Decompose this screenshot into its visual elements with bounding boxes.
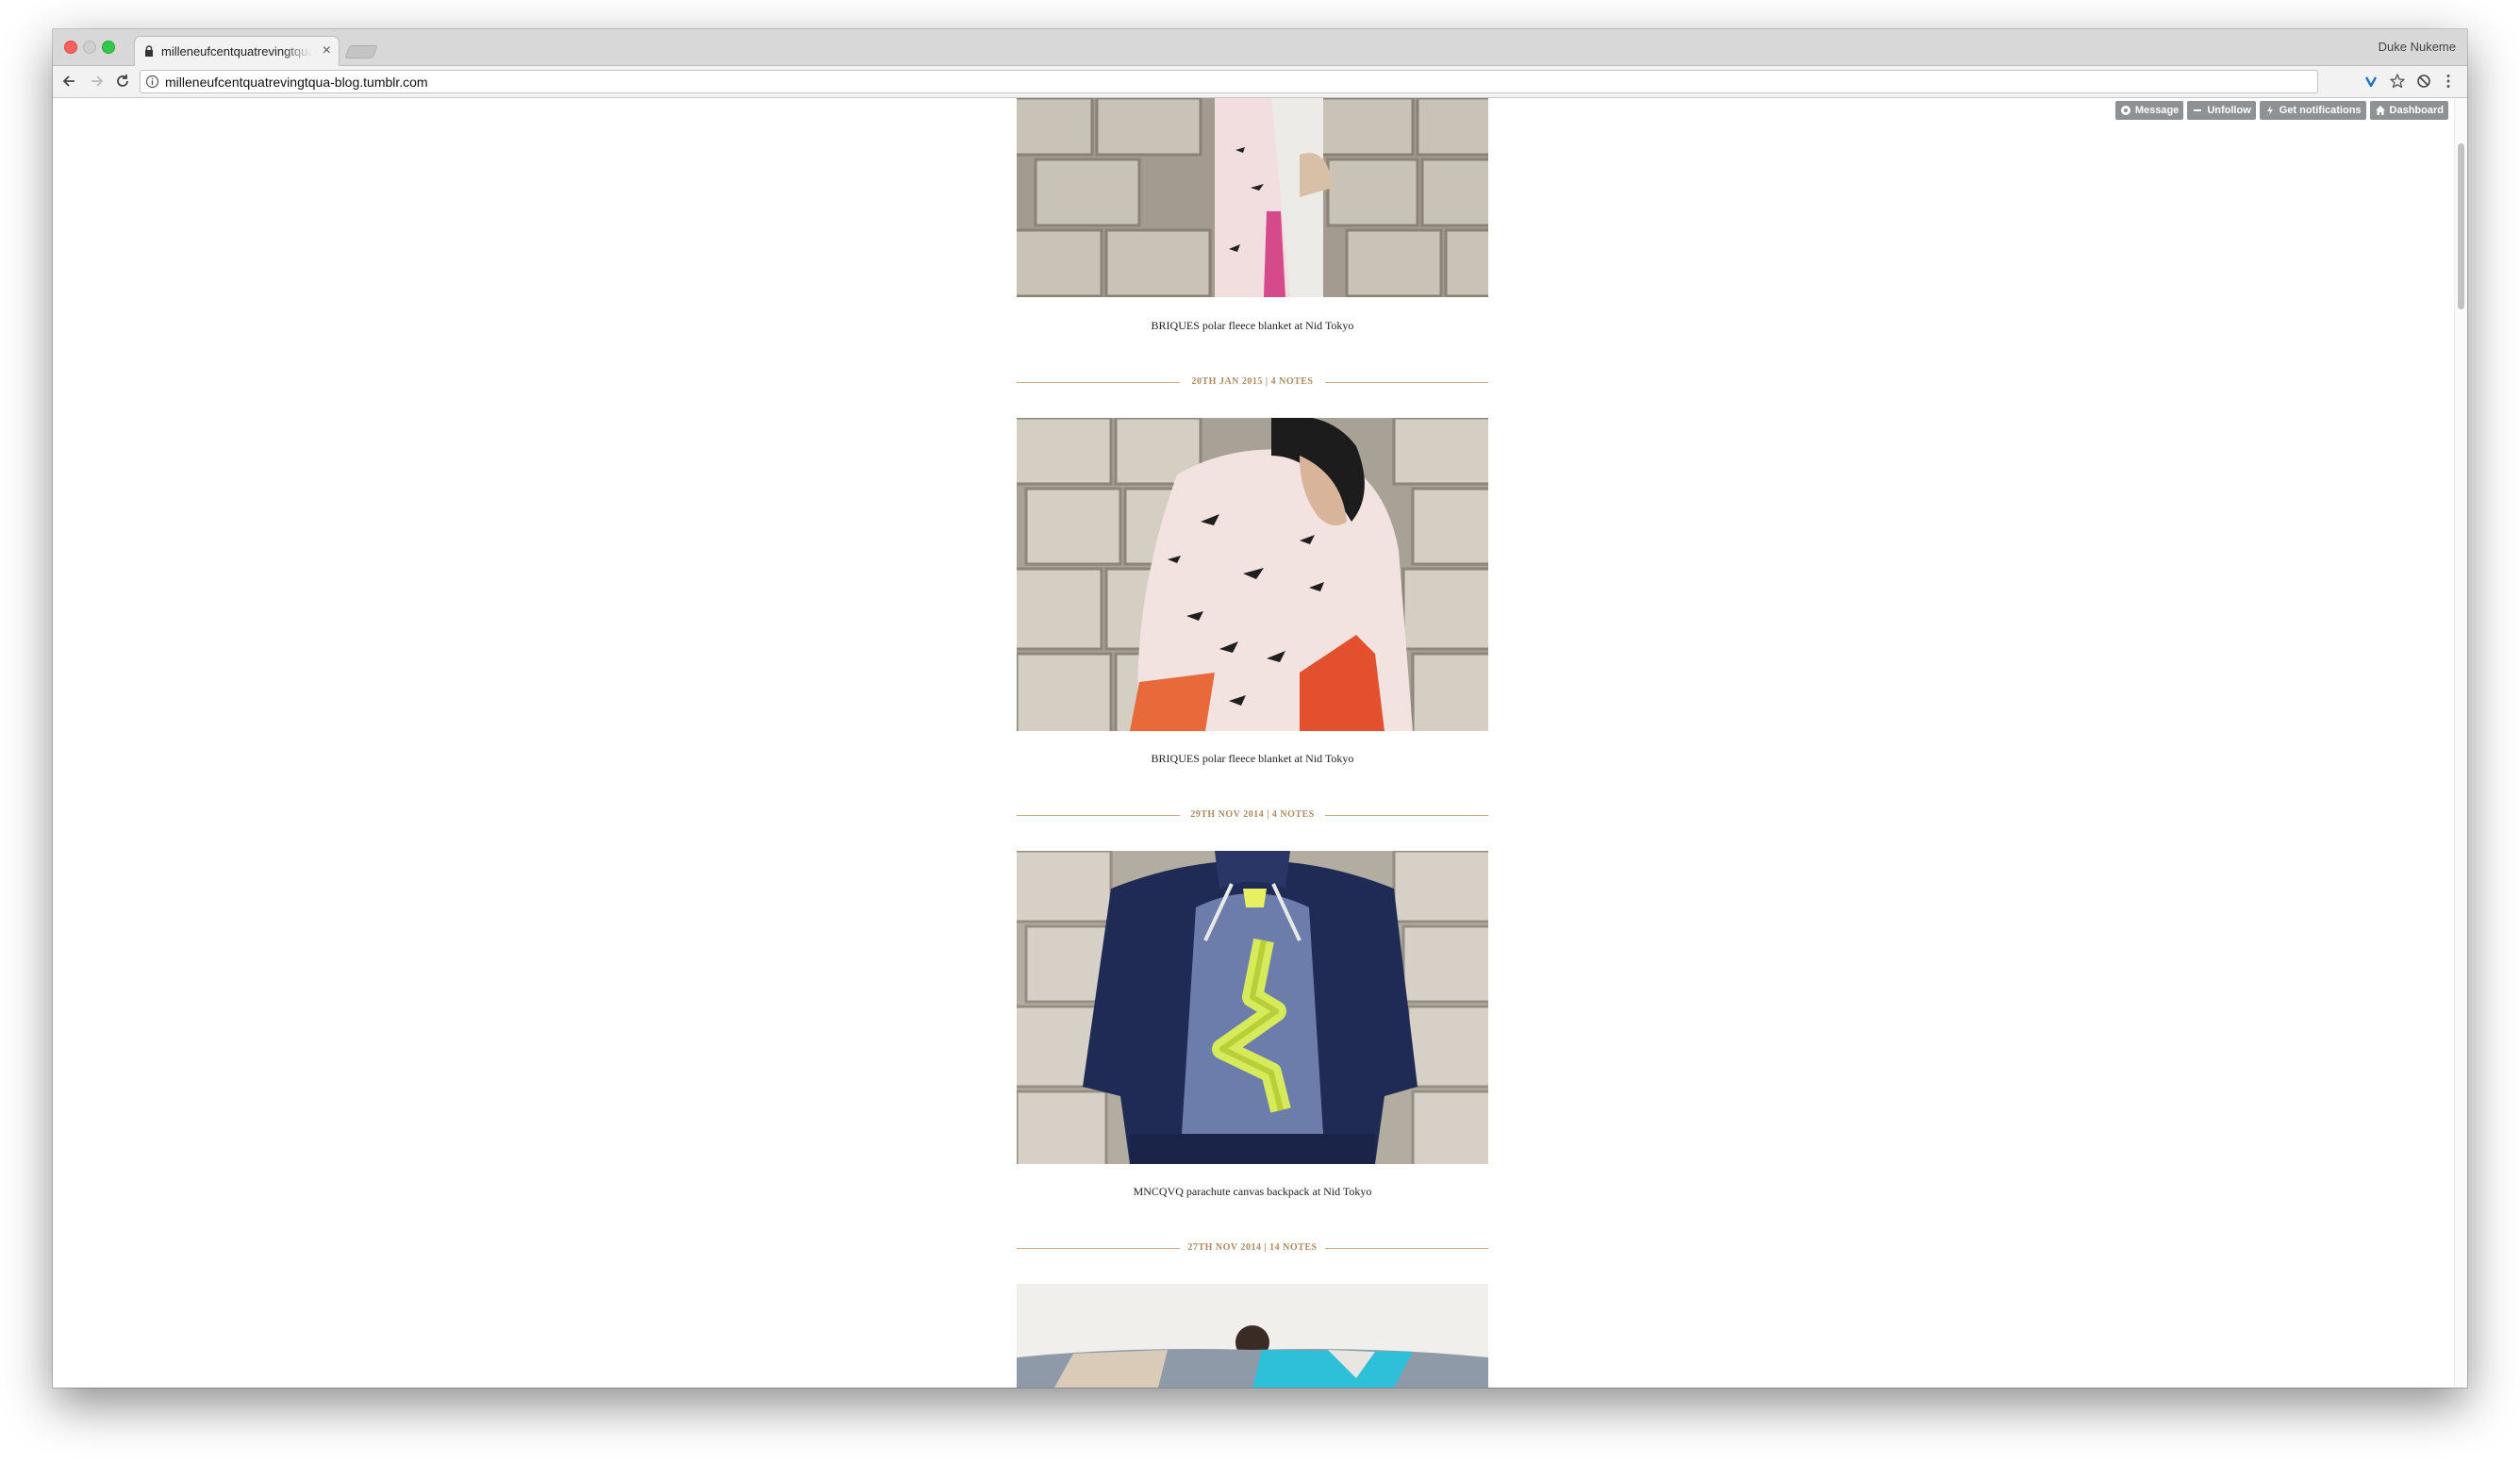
post-photo-parachute[interactable] [1017, 1284, 1488, 1388]
lock-icon [145, 45, 153, 57]
vivaldi-extension-icon[interactable] [2362, 72, 2380, 91]
forward-arrow-icon[interactable] [87, 72, 106, 91]
url-text[interactable]: milleneufcentquatrevingtqua-blog.tumblr.… [165, 75, 428, 90]
info-icon[interactable] [145, 75, 159, 89]
back-arrow-icon[interactable] [60, 72, 79, 91]
page-viewport: Message Unfollow Get notifications Dashb… [53, 98, 2467, 1388]
reload-icon[interactable] [113, 72, 132, 91]
home-icon [2375, 106, 2385, 115]
post-meta[interactable]: 29TH NOV 2014 | 4 NOTES [1017, 807, 1488, 823]
new-tab-button[interactable] [344, 45, 378, 58]
scrollbar-thumb[interactable] [2458, 143, 2464, 309]
browser-toolbar: milleneufcentquatrevingtqua-blog.tumblr.… [53, 66, 2467, 98]
message-button[interactable]: Message [2114, 101, 2184, 120]
message-label: Message [2134, 105, 2180, 116]
notifications-label: Get notifications [2279, 105, 2362, 116]
star-icon[interactable] [2388, 72, 2407, 91]
title-bar: milleneufcentquatrevingtqua-blog.tumblr.… [53, 29, 2467, 66]
dashboard-button[interactable]: Dashboard [2369, 101, 2448, 120]
active-tab[interactable]: milleneufcentquatrevingtqua-blog.tumblr.… [134, 36, 340, 66]
minus-icon [2194, 109, 2202, 111]
menu-dots-icon[interactable] [2439, 72, 2458, 91]
address-bar[interactable]: milleneufcentquatrevingtqua-blog.tumblr.… [140, 70, 2318, 93]
dashboard-label: Dashboard [2389, 105, 2444, 116]
unfollow-button[interactable]: Unfollow [2187, 101, 2256, 120]
post-caption: MNCQVQ parachute canvas backpack at Nid … [1133, 1185, 1372, 1198]
post-caption: BRIQUES polar fleece blanket at Nid Toky… [1151, 752, 1354, 765]
tumblr-controls: Message Unfollow Get notifications Dashb… [2114, 101, 2448, 120]
post-meta[interactable]: 20TH JAN 2015 | 4 NOTES [1017, 374, 1488, 390]
maximize-window-button[interactable] [102, 41, 115, 54]
unfollow-label: Unfollow [2207, 105, 2251, 116]
get-notifications-button[interactable]: Get notifications [2259, 101, 2366, 120]
tab-close-icon[interactable]: × [323, 42, 331, 60]
message-icon [2120, 106, 2130, 115]
close-window-button[interactable] [64, 41, 77, 54]
post-photo-mncqvq-backpack[interactable] [1017, 851, 1488, 1164]
post-caption: BRIQUES polar fleece blanket at Nid Toky… [1151, 319, 1354, 332]
bolt-icon [2266, 106, 2273, 115]
post-meta[interactable]: 27TH NOV 2014 | 14 NOTES [1017, 1240, 1488, 1256]
post-meta-divider: 29TH NOV 2014 | 4 NOTES [1017, 807, 1488, 823]
profile-name[interactable]: Duke Nukeme [2379, 40, 2456, 54]
post-photo-briques-2[interactable] [1017, 418, 1488, 731]
post-photo-briques-1[interactable] [1017, 98, 1488, 297]
post-meta-divider: 27TH NOV 2014 | 14 NOTES [1017, 1240, 1488, 1256]
extension-icon[interactable] [2414, 72, 2433, 91]
minimize-window-button[interactable] [83, 41, 96, 54]
tab-title: milleneufcentquatrevingtqua-blog.tumblr.… [161, 44, 312, 58]
post-meta-divider: 20TH JAN 2015 | 4 NOTES [1017, 374, 1488, 390]
browser-window: milleneufcentquatrevingtqua-blog.tumblr.… [53, 29, 2467, 1388]
vertical-scrollbar[interactable] [2454, 98, 2467, 1388]
